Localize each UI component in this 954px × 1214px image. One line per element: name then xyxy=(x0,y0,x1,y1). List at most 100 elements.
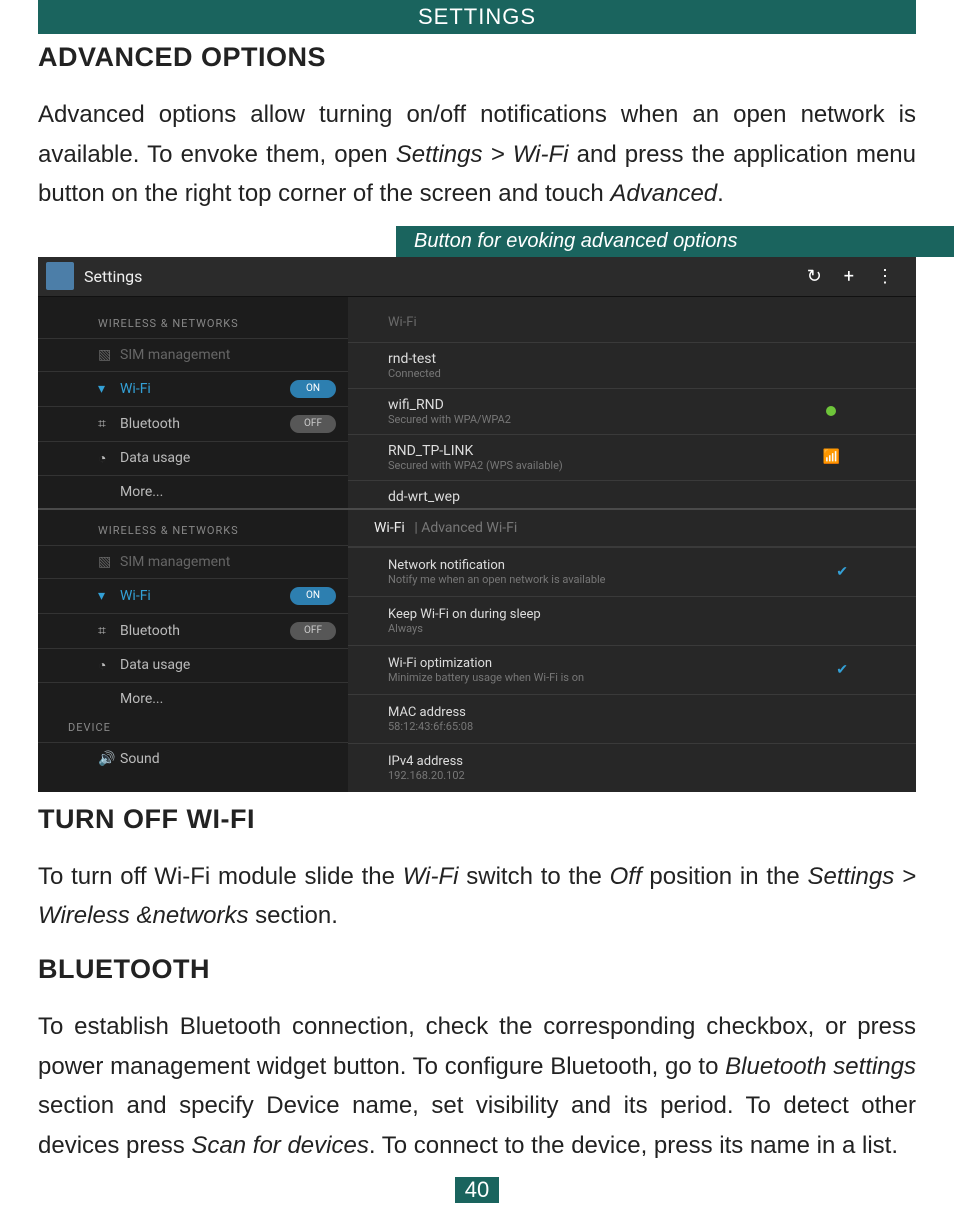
checkmark-icon[interactable]: ✔ xyxy=(836,662,848,678)
wifi-network-row[interactable]: wifi_RNDSecured with WPA/WPA2 xyxy=(348,388,916,434)
settings-sidebar: WIRELESS & NETWORKS ▧SIM management ▾Wi-… xyxy=(38,297,348,508)
text: To turn off Wi-Fi module slide the xyxy=(38,863,403,890)
row-subtitle: 58:12:43:6f:65:08 xyxy=(388,720,876,733)
adv-row-ipv4-address: IPv4 address192.168.20.102 xyxy=(348,743,916,792)
label: Data usage xyxy=(120,450,348,466)
signal-dot-icon xyxy=(826,406,836,416)
advanced-wifi-panel: Wi-Fi | Advanced Wi-Fi Network notificat… xyxy=(348,510,916,792)
text: switch to the xyxy=(459,863,610,890)
data-usage-icon: ◔ xyxy=(98,657,120,674)
network-name: rnd-test xyxy=(388,351,876,367)
heading-advanced-options: ADVANCED OPTIONS xyxy=(38,42,916,73)
text-italic: Settings > Wi-Fi xyxy=(396,141,569,168)
wifi-panel: Wi-Fi rnd-testConnected wifi_RNDSecured … xyxy=(348,297,916,508)
category-device: DEVICE xyxy=(38,715,348,742)
wifi-lock-icon: 📶 xyxy=(823,449,840,465)
wifi-toggle[interactable]: ON xyxy=(290,587,336,605)
sidebar-data-usage[interactable]: ◔Data usage xyxy=(38,441,348,475)
text: . To connect to the device, press its na… xyxy=(369,1132,898,1159)
adv-row-wifi-optimization[interactable]: Wi-Fi optimizationMinimize battery usage… xyxy=(348,645,916,694)
panel-title: Wi-Fi xyxy=(348,315,916,342)
sound-icon: 🔊 xyxy=(98,751,120,767)
label: Data usage xyxy=(120,657,348,673)
row-title: Keep Wi-Fi on during sleep xyxy=(388,607,876,622)
row-subtitle: Always xyxy=(388,622,876,635)
wifi-network-row[interactable]: dd-wrt_wep xyxy=(348,480,916,507)
data-usage-icon: ◔ xyxy=(98,450,120,467)
para-bluetooth: To establish Bluetooth connection, check… xyxy=(38,1007,916,1165)
sidebar-bluetooth[interactable]: ⌗BluetoothOFF xyxy=(38,406,348,441)
sidebar-more[interactable]: More... xyxy=(38,475,348,508)
row-subtitle: 192.168.20.102 xyxy=(388,769,876,782)
network-status: Secured with WPA/WPA2 xyxy=(388,413,826,426)
text-italic: Wi-Fi xyxy=(403,863,459,890)
text-italic: Scan for devices xyxy=(191,1132,368,1159)
category-wireless: WIRELESS & NETWORKS xyxy=(38,524,348,545)
row-title: Wi-Fi optimization xyxy=(388,656,836,671)
row-title: Network notification xyxy=(388,558,836,573)
category-wireless: WIRELESS & NETWORKS xyxy=(38,317,348,338)
settings-sidebar-2: WIRELESS & NETWORKS ▧SIM management ▾Wi-… xyxy=(38,510,348,792)
sidebar-sound[interactable]: 🔊Sound xyxy=(38,742,348,775)
text: position in the xyxy=(642,863,808,890)
adv-row-keep-wifi-on[interactable]: Keep Wi-Fi on during sleepAlways xyxy=(348,596,916,645)
para-turnoff: To turn off Wi-Fi module slide the Wi-Fi… xyxy=(38,857,916,936)
text-italic: Advanced xyxy=(610,180,717,207)
text: Advanced Wi-Fi xyxy=(421,520,517,536)
sidebar-more[interactable]: More... xyxy=(38,682,348,715)
heading-bluetooth: BLUETOOTH xyxy=(38,954,916,985)
sidebar-sim[interactable]: ▧SIM management xyxy=(38,338,348,371)
row-subtitle: Minimize battery usage when Wi-Fi is on xyxy=(388,671,836,684)
bluetooth-toggle[interactable]: OFF xyxy=(290,415,336,433)
sidebar-data-usage[interactable]: ◔Data usage xyxy=(38,648,348,682)
label: Bluetooth xyxy=(120,416,290,432)
wifi-network-row[interactable]: rnd-testConnected xyxy=(348,342,916,388)
network-status: Connected xyxy=(388,367,876,380)
adv-row-mac-address: MAC address58:12:43:6f:65:08 xyxy=(348,694,916,743)
wifi-network-row[interactable]: RND_TP-LINKSecured with WPA2 (WPS availa… xyxy=(348,434,916,480)
network-name: RND_TP-LINK xyxy=(388,443,823,459)
text: . xyxy=(717,180,724,207)
sidebar-sim[interactable]: ▧SIM management xyxy=(38,545,348,578)
page-header: SETTINGS xyxy=(38,0,916,34)
text-italic: Bluetooth settings xyxy=(725,1053,916,1080)
callout-label: Button for evoking advanced options xyxy=(396,226,954,257)
breadcrumb-wifi[interactable]: Wi-Fi xyxy=(374,520,405,536)
app-title: Settings xyxy=(84,267,807,286)
network-name: dd-wrt_wep xyxy=(388,489,876,505)
wifi-icon: ▾ xyxy=(98,381,120,397)
bluetooth-icon: ⌗ xyxy=(98,416,120,432)
add-icon[interactable]: + xyxy=(844,266,854,287)
label: Sound xyxy=(120,751,348,767)
breadcrumb: Wi-Fi | Advanced Wi-Fi xyxy=(348,510,916,547)
checkmark-icon[interactable]: ✔ xyxy=(836,564,848,580)
row-title: IPv4 address xyxy=(388,754,876,769)
sidebar-wifi[interactable]: ▾Wi-FiON xyxy=(38,578,348,613)
screenshot-settings: Settings ↻ + ⋮ Scan WPS Pin Entry Wi-Fi … xyxy=(38,257,916,792)
sim-icon: ▧ xyxy=(98,347,120,363)
sim-icon: ▧ xyxy=(98,554,120,570)
label: Bluetooth xyxy=(120,623,290,639)
adv-row-network-notification[interactable]: Network notificationNotify me when an op… xyxy=(348,547,916,596)
network-status: Secured with WPA2 (WPS available) xyxy=(388,459,823,472)
sidebar-wifi[interactable]: ▾Wi-FiON xyxy=(38,371,348,406)
settings-app-icon xyxy=(46,262,74,290)
text: section. xyxy=(249,902,338,929)
row-title: MAC address xyxy=(388,705,876,720)
label: SIM management xyxy=(120,554,348,570)
bluetooth-icon: ⌗ xyxy=(98,623,120,639)
label: Wi-Fi xyxy=(120,588,290,604)
sidebar-bluetooth[interactable]: ⌗BluetoothOFF xyxy=(38,613,348,648)
wifi-icon: ▾ xyxy=(98,588,120,604)
bluetooth-toggle[interactable]: OFF xyxy=(290,622,336,640)
text-italic: Off xyxy=(610,863,642,890)
refresh-icon[interactable]: ↻ xyxy=(807,266,822,287)
label: SIM management xyxy=(120,347,348,363)
label: More... xyxy=(120,691,348,707)
wifi-toggle[interactable]: ON xyxy=(290,380,336,398)
network-name: wifi_RND xyxy=(388,397,826,413)
app-topbar: Settings ↻ + ⋮ xyxy=(38,257,916,297)
page-number: 40 xyxy=(455,1177,499,1203)
para-advanced: Advanced options allow turning on/off no… xyxy=(38,95,916,214)
overflow-menu-icon[interactable]: ⋮ xyxy=(876,266,894,287)
